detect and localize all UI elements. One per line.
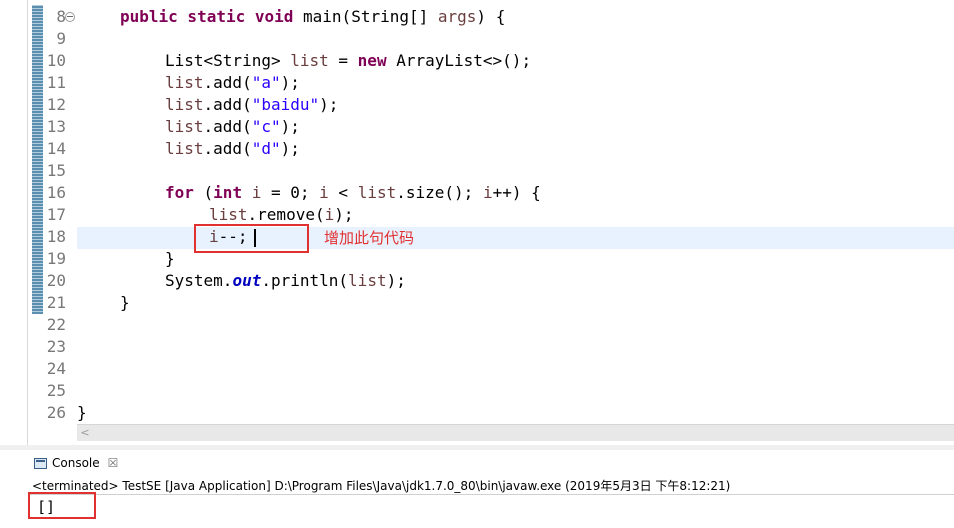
code-line-26: } [77,403,87,422]
line-number: 12 [46,95,66,114]
local-variable: list [165,95,204,114]
code-text: ArrayList<>(); [386,51,532,70]
highlight-box-output [28,492,96,519]
line-number: 19 [46,249,66,268]
horizontal-scrollbar[interactable]: < [77,424,954,441]
line-number: 18 [46,227,66,246]
code-line-14: list.add("d"); [165,138,300,160]
code-text: ); [319,95,339,114]
editor-left-border [27,0,28,445]
local-variable: i [319,183,329,202]
local-variable: list [165,117,204,136]
line-number: 15 [46,161,66,180]
code-text: .add( [203,95,252,114]
close-icon[interactable]: ☒ [108,456,119,470]
line-number: 11 [46,73,66,92]
local-variable: list [357,183,397,202]
line-number: 22 [46,315,66,334]
line-number: 23 [46,337,66,356]
code-text: ) { [476,7,506,26]
code-line-11: list.add("a"); [165,72,300,94]
code-text: .println( [261,271,349,290]
local-variable: list [348,271,387,290]
code-text: System. [165,271,233,290]
console-separator [28,494,954,495]
code-text: = [328,51,358,70]
code-text: .remove( [247,205,325,224]
keyword: int [213,183,243,202]
local-variable: list [290,51,329,70]
code-text: .add( [203,73,252,92]
highlight-box-added-line [194,224,309,253]
keyword: new [357,51,387,70]
code-line-16: for (int i = 0; i < list.size(); i++) { [165,182,541,204]
code-text: .add( [203,117,252,136]
code-line-10: List<String> list = new ArrayList<>(); [165,50,531,72]
static-field: out [232,271,262,290]
code-text: ); [280,139,300,158]
parameter: args [437,7,477,26]
line-number: 24 [46,359,66,378]
line-number: 25 [46,381,66,400]
code-line-12: list.add("baidu"); [165,94,338,116]
string-literal: "baidu" [251,95,320,114]
code-text: = 0; [261,183,320,202]
console-icon [34,457,47,469]
string-literal: "a" [251,73,281,92]
quick-diff-change-bar [32,5,43,314]
local-variable: i [324,205,335,224]
code-text: ); [334,205,354,224]
line-number: 16 [46,183,66,202]
string-literal: "d" [251,139,281,158]
code-text: ); [280,73,300,92]
code-line-19: } [165,249,175,268]
code-line-13: list.add("c"); [165,116,300,138]
keyword: public static void [120,7,294,26]
code-text: ); [386,271,406,290]
console-status-text: <terminated> TestSE [Java Application] D… [32,479,731,493]
code-text: .size(); [396,183,483,202]
collapse-fold-icon[interactable] [65,12,75,22]
code-text: ( [193,183,214,202]
code-line-21: } [120,293,130,312]
scroll-left-icon[interactable]: < [79,425,91,441]
line-number: 20 [46,271,66,290]
code-text: < [328,183,358,202]
local-variable: list [165,139,204,158]
line-number: 8 [56,7,66,26]
string-literal: "c" [251,117,281,136]
local-variable: i [482,183,493,202]
local-variable: list [165,73,204,92]
code-line-20: System.out.println(list); [165,270,406,292]
code-text: ); [280,117,300,136]
code-text: ++) { [492,183,541,202]
annotation-note: 增加此句代码 [324,229,415,247]
local-variable: list [209,205,248,224]
line-number: 14 [46,139,66,158]
keyword: for [165,183,194,202]
line-number: 21 [46,293,66,312]
code-text: List<String> [165,51,291,70]
line-number: 9 [56,29,66,48]
line-number: 26 [46,403,66,422]
line-number: 10 [46,51,66,70]
code-line-8: public static void main(String[] args) { [120,6,505,28]
code-line-17: list.remove(i); [209,204,354,226]
console-tab-bar: Console ☒ [28,450,954,476]
local-variable: i [251,183,262,202]
console-tab-label: Console [52,456,100,470]
code-editor[interactable]: 8 9 10 11 12 13 14 15 16 17 18 19 20 21 … [0,0,954,445]
line-number: 17 [46,205,66,224]
line-number: 13 [46,117,66,136]
code-text: .add( [203,139,252,158]
code-text: main(String[] [293,7,438,26]
tab-console[interactable]: Console ☒ [28,450,122,476]
